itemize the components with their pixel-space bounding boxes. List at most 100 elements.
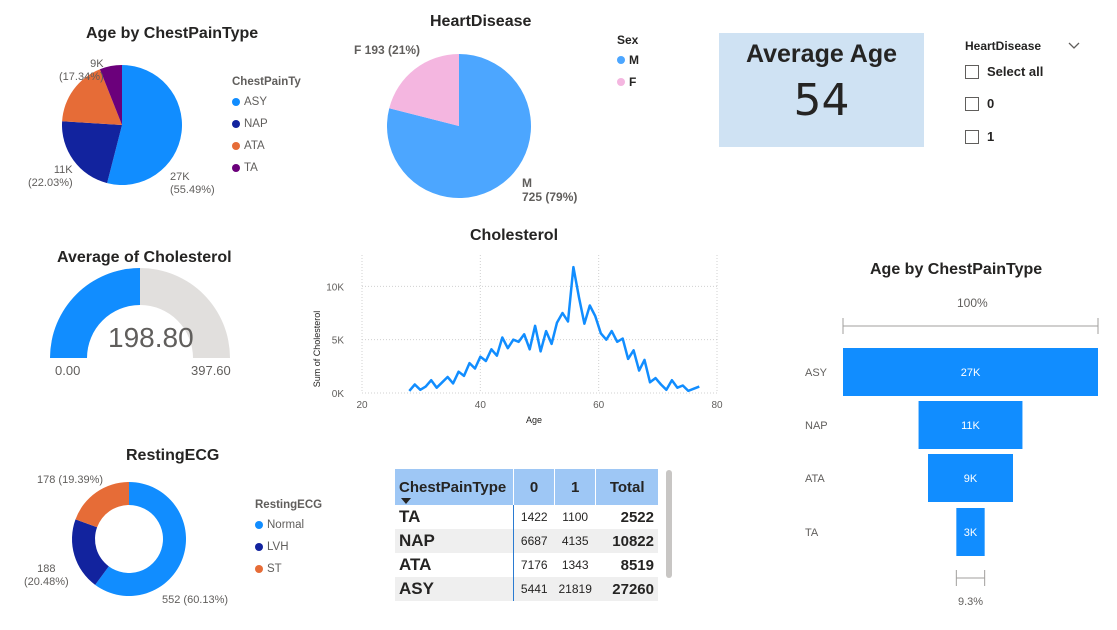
y-tick-label: 5K — [332, 336, 345, 347]
cell-total: 10822 — [595, 529, 658, 553]
label-asy-value: 27K — [170, 171, 190, 183]
pie-age-legend: ChestPainTy ASY NAP ATA TA — [232, 76, 301, 179]
dot-icon — [617, 78, 625, 86]
table-row[interactable]: NAP 6687 4135 10822 — [395, 529, 658, 553]
slicer-title: HeartDisease — [965, 39, 1042, 53]
header-label: ChestPainType — [399, 478, 507, 496]
legend-label: ASY — [244, 96, 268, 108]
pie-hd-legend: Sex M F — [617, 33, 639, 93]
legend-label: Normal — [267, 519, 305, 531]
gauge-max: 397.60 — [191, 363, 231, 378]
legend-item-f[interactable]: F — [617, 71, 639, 93]
funnel-value-label: 3K — [964, 527, 978, 539]
legend-label: M — [629, 53, 639, 67]
table-scrollbar[interactable] — [666, 470, 672, 578]
dot-icon — [255, 521, 263, 529]
dot-icon — [232, 98, 240, 106]
chevron-down-icon[interactable] — [1068, 42, 1080, 50]
label-m-key: M — [522, 176, 532, 190]
legend-item-st[interactable]: ST — [255, 558, 322, 580]
legend-item-normal[interactable]: Normal — [255, 514, 322, 536]
dot-icon — [232, 164, 240, 172]
header-total[interactable]: Total — [595, 469, 658, 505]
average-age-card: Average Age 54 — [719, 33, 924, 147]
cell-0: 7176 — [513, 553, 555, 577]
cell-0: 1422 — [513, 505, 555, 529]
label-ata-pct: (17.34%) — [59, 71, 104, 83]
x-tick-label: 40 — [475, 400, 487, 411]
slicer-item-label: 0 — [987, 96, 995, 111]
slicer-item-1[interactable]: 1 — [965, 120, 1080, 153]
table-row[interactable]: ASY 5441 21819 27260 — [395, 577, 658, 601]
legend-item-ata[interactable]: ATA — [232, 135, 301, 157]
row-header: ATA — [399, 555, 432, 574]
y-tick-label: 0K — [332, 389, 345, 400]
gauge-value: 198.80 — [108, 322, 194, 353]
x-tick-label: 80 — [711, 400, 723, 411]
funnel-value-label: 11K — [961, 420, 980, 432]
slicer-item-select-all[interactable]: Select all — [965, 56, 1080, 87]
checkbox[interactable] — [965, 129, 979, 144]
sort-desc-icon[interactable] — [401, 498, 411, 504]
header-1[interactable]: 1 — [553, 469, 596, 505]
cell-0: 5441 — [513, 577, 555, 601]
funnel-category-label: ATA — [805, 473, 825, 485]
label-m-value: 725 (79%) — [522, 190, 578, 204]
checkbox[interactable] — [965, 64, 979, 79]
slice-st[interactable] — [75, 482, 129, 528]
row-header: ASY — [395, 577, 514, 601]
pie-age-label-nap: 11K (22.03%) — [28, 164, 73, 190]
label-lvh-value: 188 — [37, 563, 56, 575]
cell-1: 21819 — [554, 577, 596, 601]
table-row[interactable]: ATA 7176 1343 8519 — [395, 553, 658, 577]
legend-item-lvh[interactable]: LVH — [255, 536, 322, 558]
header-chestpaintype[interactable]: ChestPainType — [395, 469, 514, 505]
card-value: 54 — [793, 75, 850, 126]
pie-hd-title: HeartDisease — [430, 13, 532, 30]
legend-label: LVH — [267, 541, 289, 553]
funnel-top-pct: 100% — [957, 296, 988, 310]
dot-icon — [617, 56, 625, 64]
cell-1: 4135 — [554, 529, 596, 553]
y-tick-label: 10K — [326, 282, 344, 293]
legend-title: RestingECG — [255, 499, 323, 511]
funnel-value-label: 27K — [961, 367, 981, 379]
funnel-category-label: TA — [805, 527, 819, 539]
funnel-category-label: NAP — [805, 420, 828, 432]
funnel-title: Age by ChestPainType — [870, 261, 1043, 278]
pie-age-label-asy: 27K (55.49%) — [170, 171, 215, 197]
legend-item-ta[interactable]: TA — [232, 157, 301, 179]
legend-item-m[interactable]: M — [617, 49, 639, 71]
pie-hd-label-f: F 193 (21%) — [354, 43, 421, 57]
pie-hd-label-m: M 725 (79%) — [522, 176, 577, 204]
donut-title: RestingECG — [126, 447, 220, 464]
legend-label: ST — [267, 563, 282, 575]
dot-icon — [232, 142, 240, 150]
funnel-chart[interactable]: 27K ASY 11K NAP 9K ATA 3K TA — [795, 310, 1110, 610]
donut-label-normal: 552 (60.13%) — [162, 594, 229, 606]
cell-total: 27260 — [595, 577, 658, 601]
label-nap-pct: (22.03%) — [28, 177, 73, 189]
legend-label: NAP — [244, 118, 268, 130]
checkbox[interactable] — [965, 96, 979, 111]
legend-item-nap[interactable]: NAP — [232, 113, 301, 135]
donut-chart[interactable] — [60, 470, 200, 610]
dot-icon — [255, 565, 263, 573]
dot-icon — [232, 120, 240, 128]
label-lvh-pct: (20.48%) — [24, 576, 69, 588]
table-row[interactable]: TA 1422 1100 2522 — [395, 505, 658, 529]
cell-total: 8519 — [620, 556, 654, 574]
funnel-bottom-pct: 9.3% — [958, 596, 984, 608]
pie-hd-chart[interactable] — [380, 50, 540, 200]
header-0[interactable]: 0 — [513, 469, 555, 505]
cell-1: 1100 — [562, 510, 589, 524]
funnel-top-bracket — [842, 318, 1099, 334]
funnel-bottom-bracket — [955, 570, 986, 586]
label-nap-value: 11K — [53, 164, 73, 176]
label-ata-value: 9K — [90, 58, 104, 70]
x-axis-label: Age — [526, 415, 542, 425]
line-chart[interactable]: 0K 5K 10K 20 40 60 80 Age Sum of Cholesterol — [305, 245, 725, 430]
legend-item-asy[interactable]: ASY — [232, 91, 301, 113]
slicer-item-0[interactable]: 0 — [965, 87, 1080, 120]
donut-label-st: 178 (19.39%) — [37, 474, 104, 486]
